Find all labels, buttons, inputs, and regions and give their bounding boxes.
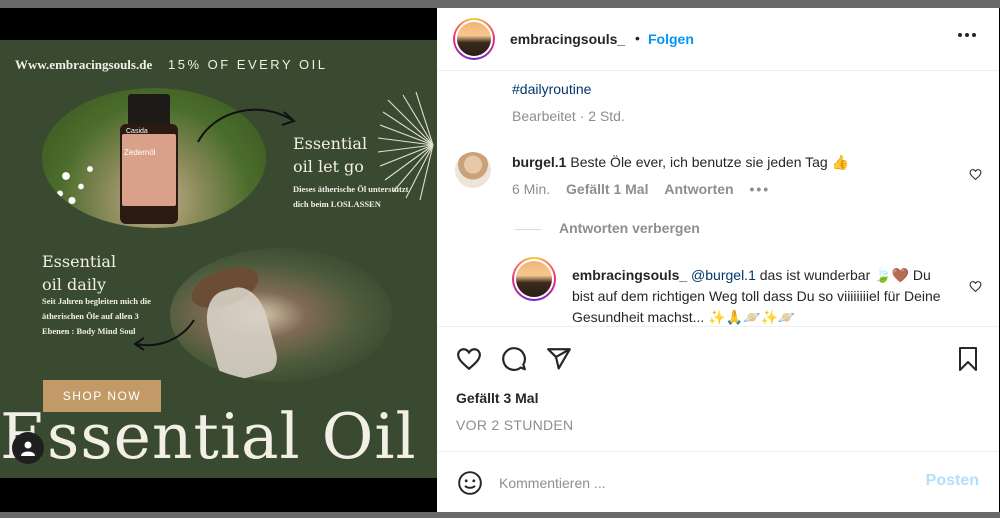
author-avatar[interactable] [453, 18, 495, 60]
woman-photo [170, 248, 392, 382]
post-timestamp: VOR 2 STUNDEN [456, 417, 574, 433]
post-comment-button[interactable]: Posten [926, 472, 979, 490]
comment-input[interactable] [499, 472, 899, 494]
post-likes-count[interactable]: Gefällt 3 Mal [456, 390, 538, 406]
user-icon [21, 441, 35, 456]
curved-arrow-icon [197, 108, 296, 143]
hide-replies-button[interactable]: Antworten verbergen [515, 220, 700, 236]
oil-bottle: Casida Zedernöl [120, 94, 178, 224]
block1-description: Dieses ätherische Öl unterstützt dich be… [293, 184, 409, 209]
post-detail-panel: embracingsouls_ • Folgen · #dailyroutine… [437, 8, 999, 512]
block2-title: Essential oil daily [42, 252, 117, 294]
comment-reply-button[interactable]: Antworten [664, 181, 733, 197]
commenter-username[interactable]: burgel.1 [512, 154, 566, 170]
reply-like-heart-icon[interactable] [969, 280, 982, 293]
caption-edited-time: Bearbeitet · 2 Std. [512, 108, 625, 124]
post-image[interactable]: Www.embracingsouls.de 15% OF EVERY OIL C… [0, 40, 437, 478]
commenter-avatar[interactable] [455, 152, 491, 188]
divider-line [515, 228, 541, 230]
author-username[interactable]: embracingsouls_ [510, 31, 625, 47]
bottle-name: Zedernöl [124, 148, 156, 157]
big-title: Essential Oil [0, 400, 417, 473]
more-options-button[interactable] [957, 25, 977, 51]
comment-likes[interactable]: Gefällt 1 Mal [566, 181, 648, 197]
block1-title: Essential oil let go [293, 134, 368, 176]
comment-time: 6 Min. [512, 181, 551, 197]
post-actions: Gefällt 3 Mal VOR 2 STUNDEN [437, 326, 999, 451]
reply-text: embracingsouls_ @burgel.1 das ist wunder… [572, 265, 952, 326]
comment-more-button[interactable]: ••• [749, 181, 770, 197]
bookmark-icon[interactable] [956, 346, 980, 372]
separator-dot: • [635, 30, 640, 46]
like-heart-icon[interactable] [456, 346, 482, 372]
backdrop-bottom [0, 512, 1000, 518]
promo-text: 15% OF EVERY OIL [168, 57, 328, 72]
comment-like-heart-icon[interactable] [969, 168, 982, 181]
backdrop-top [0, 0, 1000, 8]
comment-body: Beste Öle ever, ich benutze sie jeden Ta… [570, 154, 850, 170]
comment-text: burgel.1 Beste Öle ever, ich benutze sie… [512, 154, 849, 171]
more-horizontal-icon [958, 33, 976, 37]
reply-mention[interactable]: @burgel.1 [691, 267, 756, 283]
emoji-icon[interactable] [457, 470, 483, 496]
post-header: embracingsouls_ • Folgen [437, 8, 999, 71]
comments-list[interactable]: · #dailyroutine Bearbeitet · 2 Std. burg… [437, 72, 999, 326]
comment-bubble-icon[interactable] [501, 346, 527, 372]
reply-username[interactable]: embracingsouls_ [572, 267, 687, 283]
reply-author-avatar[interactable] [512, 257, 556, 301]
follow-button[interactable]: Folgen [648, 31, 694, 47]
curved-arrow-left-icon [133, 319, 195, 351]
user-tags-button[interactable] [12, 432, 44, 464]
site-url: Www.embracingsouls.de [15, 57, 153, 72]
flowers-graphic [48, 148, 108, 218]
share-plane-icon[interactable] [546, 346, 572, 372]
comment-meta: 6 Min. Gefällt 1 Mal Antworten ••• [512, 181, 782, 197]
caption-overflow: · [512, 72, 742, 74]
bottle-brand: Casida [126, 128, 148, 135]
add-comment-bar: Posten [437, 451, 999, 512]
caption-hashtag[interactable]: #dailyroutine [512, 81, 591, 97]
